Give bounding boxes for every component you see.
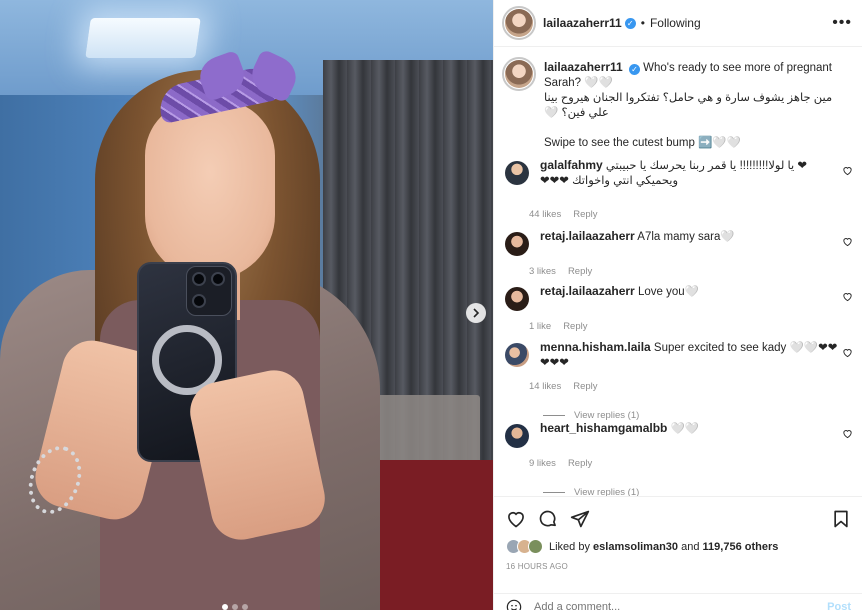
comment-icon[interactable]	[538, 509, 558, 529]
comment-item: retaj.lailaazaherr A7la mamy sara🤍 3 lik…	[505, 229, 857, 277]
comment-like-heart-icon[interactable]	[842, 236, 853, 247]
comment-item: heart_hishamgamalbb 🤍🤍 9 likes Reply Vie…	[505, 421, 857, 498]
comment-like-heart-icon[interactable]	[842, 347, 853, 358]
comment-username[interactable]: heart_hishamgamalbb	[540, 421, 667, 435]
carousel-dots	[222, 604, 248, 610]
liked-by-user[interactable]: eslamsoliman30	[593, 541, 678, 553]
comment-reply-button[interactable]: Reply	[568, 266, 592, 277]
following-button[interactable]: Following	[650, 16, 701, 30]
smiley-icon[interactable]	[506, 599, 522, 610]
comment-username[interactable]: menna.hisham.laila	[540, 340, 651, 354]
bookmark-icon[interactable]	[831, 509, 851, 529]
comment-reply-button[interactable]: Reply	[568, 458, 592, 469]
comment-text: Love you🤍	[637, 286, 699, 298]
phone-camera	[186, 266, 232, 316]
verified-badge-icon: ✓	[624, 17, 636, 29]
comment-like-heart-icon[interactable]	[842, 428, 853, 439]
comment-username[interactable]: galalfahmy	[540, 158, 603, 172]
comment-reply-button[interactable]: Reply	[563, 321, 587, 332]
liked-by-label: Liked by	[549, 540, 590, 553]
caption-username[interactable]: lailaazaherr11	[544, 60, 623, 74]
post-comment-button[interactable]: Post	[827, 601, 851, 610]
verified-badge-icon: ✓	[628, 64, 640, 75]
commenter-avatar[interactable]	[505, 343, 529, 367]
action-icons	[494, 497, 862, 529]
add-comment-bar: Post	[494, 593, 862, 610]
comment-item: galalfahmy ❤ يا لولا!!!!!!!!! يا قمر ربن…	[505, 158, 857, 220]
post-actions: Liked by eslamsoliman30 and 119,756 othe…	[494, 496, 862, 610]
more-options-icon[interactable]: •••	[832, 14, 852, 32]
caption-text-ar: مين جاهز يشوف سارة و هي حامل؟ تفتكروا ال…	[544, 92, 833, 119]
liked-by-conjunction: and	[681, 540, 700, 553]
liker-avatars	[506, 539, 543, 554]
caption-swipe-text: Swipe to see the cutest bump ➡️🤍🤍	[544, 137, 742, 149]
paper-plane-icon[interactable]	[570, 509, 590, 529]
comment-likes[interactable]: 3 likes	[529, 266, 556, 277]
comment-username[interactable]: retaj.lailaazaherr	[540, 229, 635, 243]
post-sidebar: lailaazaherr11 ✓ • Following ••• lailaaz…	[493, 0, 862, 610]
bandana-bow	[194, 48, 303, 108]
face	[145, 100, 275, 280]
heart-icon[interactable]	[506, 509, 526, 529]
comment-item: retaj.lailaazaherr Love you🤍 1 like Repl…	[505, 284, 857, 332]
caption-avatar[interactable]	[502, 57, 536, 91]
commenter-avatar[interactable]	[505, 232, 529, 256]
comment-reply-button[interactable]: Reply	[573, 381, 597, 392]
commenter-avatar[interactable]	[505, 287, 529, 311]
post-caption: lailaazaherr11 ✓ Who's ready to see more…	[502, 57, 855, 151]
view-replies-button[interactable]: View replies (1)	[543, 410, 857, 421]
post-photo	[0, 0, 493, 610]
comment-likes[interactable]: 1 like	[529, 321, 551, 332]
author-username[interactable]: lailaazaherr11	[543, 16, 622, 30]
comment-like-heart-icon[interactable]	[842, 165, 853, 176]
comment-likes[interactable]: 14 likes	[529, 381, 561, 392]
header-separator: •	[640, 16, 645, 30]
likes-summary: Liked by eslamsoliman30 and 119,756 othe…	[494, 529, 862, 554]
chevron-right-icon	[473, 308, 480, 318]
commenter-avatar[interactable]	[505, 161, 529, 185]
comment-text: 🤍🤍	[670, 423, 700, 435]
comment-likes[interactable]: 44 likes	[529, 209, 561, 220]
author-avatar[interactable]	[502, 6, 536, 40]
post-header: lailaazaherr11 ✓ • Following •••	[494, 0, 862, 47]
post-timestamp[interactable]: 16 HOURS AGO	[494, 554, 862, 571]
ceiling-light	[85, 18, 201, 58]
comment-reply-button[interactable]: Reply	[573, 209, 597, 220]
comment-input[interactable]	[534, 600, 804, 610]
comment-text: A7la mamy sara🤍	[637, 231, 735, 243]
comment-like-heart-icon[interactable]	[842, 291, 853, 302]
liked-by-count[interactable]: 119,756 others	[703, 541, 779, 553]
comment-item: menna.hisham.laila Super excited to see …	[505, 340, 857, 421]
comment-likes[interactable]: 9 likes	[529, 458, 556, 469]
next-photo-button[interactable]	[466, 303, 486, 323]
commenter-avatar[interactable]	[505, 424, 529, 448]
comment-username[interactable]: retaj.lailaazaherr	[540, 284, 635, 298]
